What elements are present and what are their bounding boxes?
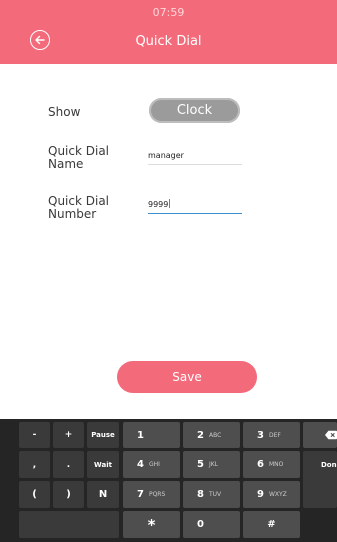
key-6[interactable]: 6 MNO xyxy=(243,451,300,478)
quick-dial-name-field[interactable]: manager xyxy=(148,149,242,165)
key-comma[interactable]: , xyxy=(19,451,50,478)
show-toggle[interactable]: Clock xyxy=(149,98,240,123)
save-button[interactable]: Save xyxy=(117,361,257,393)
quick-dial-name-value: manager xyxy=(148,151,184,160)
status-time: 07:59 xyxy=(152,6,185,19)
key-hash[interactable]: # xyxy=(243,511,300,538)
quick-dial-name-label: Quick Dial Name xyxy=(48,145,109,171)
key-close-paren[interactable]: ) xyxy=(53,481,84,508)
key-minus[interactable]: - xyxy=(19,422,50,448)
numeric-keyboard: - + Pause 1 2 ABC 3 DEF , . Wait 4 GHI 5 JKL… xyxy=(0,419,337,542)
key-wait[interactable]: Wait xyxy=(87,451,119,478)
backspace-button[interactable] xyxy=(303,422,337,448)
text-cursor xyxy=(169,199,171,208)
key-3[interactable]: 3 DEF xyxy=(243,422,300,448)
key-4[interactable]: 4 GHI xyxy=(123,451,180,478)
quick-dial-number-field[interactable]: 9999 xyxy=(148,198,242,214)
key-pause[interactable]: Pause xyxy=(87,422,119,448)
page-title: Quick Dial xyxy=(135,34,202,49)
key-open-paren[interactable]: ( xyxy=(19,481,50,508)
key-star[interactable]: * xyxy=(123,511,180,538)
done-button[interactable]: Done xyxy=(303,451,337,508)
key-blank xyxy=(19,511,119,538)
key-5[interactable]: 5 JKL xyxy=(183,451,240,478)
quick-dial-name-label-line2: Name xyxy=(48,157,84,171)
quick-dial-number-value: 9999 xyxy=(148,200,169,209)
quick-dial-number-label: Quick Dial Number xyxy=(48,195,109,221)
key-plus[interactable]: + xyxy=(53,422,84,448)
backspace-icon xyxy=(325,430,337,440)
key-n[interactable]: N xyxy=(87,481,119,508)
key-9[interactable]: 9 WXYZ xyxy=(243,481,300,508)
key-7[interactable]: 7 PQRS xyxy=(123,481,180,508)
key-0[interactable]: 0 xyxy=(183,511,240,538)
key-8[interactable]: 8 TUV xyxy=(183,481,240,508)
quick-dial-screen: 07:59 Quick Dial Show Clock Quick Dial N… xyxy=(0,0,337,542)
key-period[interactable]: . xyxy=(53,451,84,478)
header-bar: 07:59 Quick Dial xyxy=(0,0,337,64)
key-1[interactable]: 1 xyxy=(123,422,180,448)
key-2[interactable]: 2 ABC xyxy=(183,422,240,448)
quick-dial-number-label-line2: Number xyxy=(48,207,97,221)
show-label: Show xyxy=(48,105,81,119)
